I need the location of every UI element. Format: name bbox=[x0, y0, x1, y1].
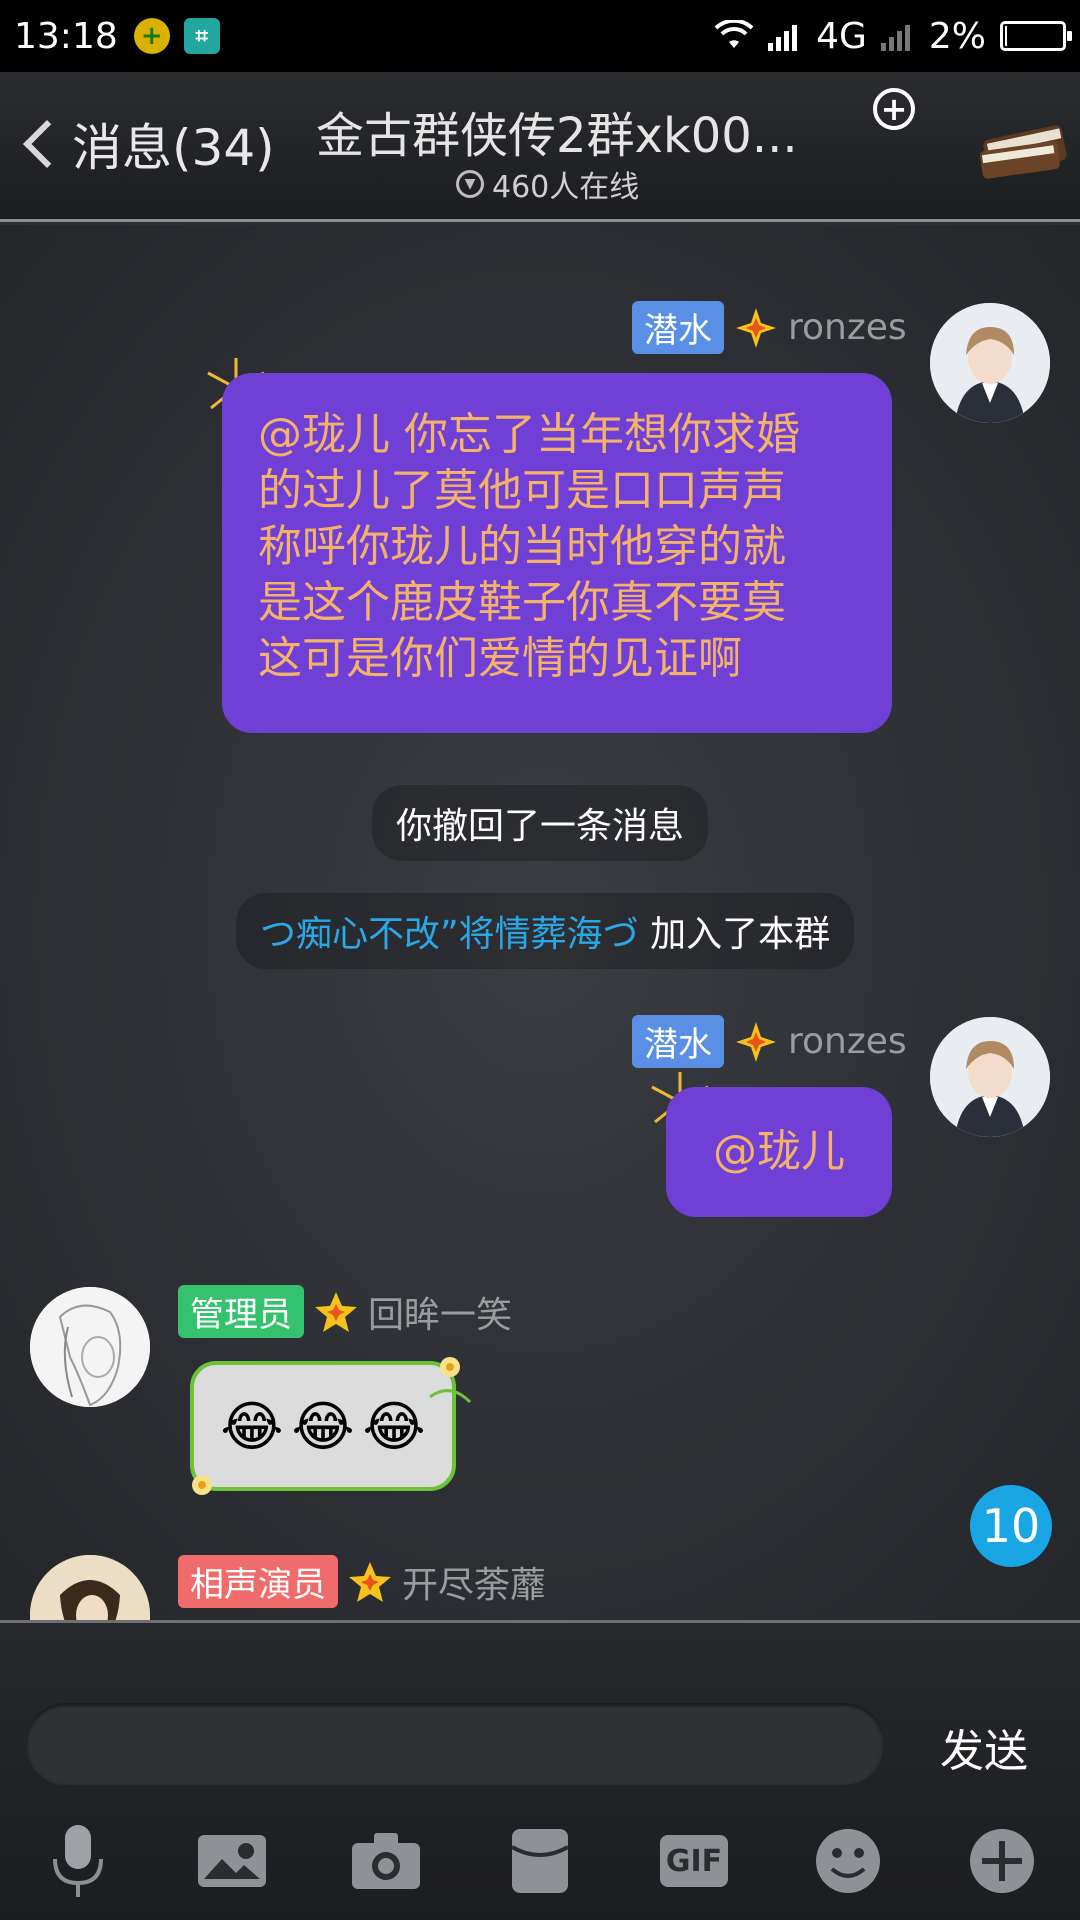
avatar[interactable] bbox=[930, 303, 1050, 423]
plus-circle-icon[interactable]: + bbox=[873, 88, 915, 130]
star-icon bbox=[349, 1561, 391, 1602]
app-notification-icon: + bbox=[133, 18, 170, 54]
book-icon[interactable] bbox=[975, 102, 1075, 182]
red-packet-icon[interactable] bbox=[500, 1821, 580, 1901]
avatar-image bbox=[930, 1017, 1050, 1137]
role-badge: 潜水 bbox=[632, 1015, 724, 1068]
wifi-icon bbox=[714, 20, 754, 48]
message-sender-row: 相声演员 开尽荼蘼 bbox=[178, 1555, 546, 1608]
chat-header: 消息(34) 金古群侠传2群xk00... ▼ 460人在线 + bbox=[0, 72, 1080, 222]
online-status[interactable]: ▼ 460人在线 bbox=[456, 162, 639, 206]
status-bar: 13:18 + ⌗ 4G 2% bbox=[0, 0, 1080, 72]
flower-decoration-icon bbox=[192, 1475, 212, 1495]
emoji-icon[interactable] bbox=[808, 1821, 888, 1901]
send-button[interactable]: 发送 bbox=[940, 1715, 1028, 1779]
joined-user-link[interactable]: つ痴心不改”将情葬海づ bbox=[260, 914, 639, 955]
message-list[interactable]: 潜水 ronzes @珑儿 你忘了当年想你求婚 的过儿了莫他可是口口声声 称呼你… bbox=[0, 225, 1080, 1620]
emoji: 😂 bbox=[220, 1394, 284, 1458]
signal-weak-icon bbox=[880, 25, 910, 51]
message-bubble[interactable]: @珑儿 你忘了当年想你求婚 的过儿了莫他可是口口声声 称呼你珑儿的当时他穿的就 … bbox=[222, 373, 892, 733]
message-text: @珑儿 bbox=[713, 1126, 845, 1177]
message-bubble[interactable]: @珑儿 bbox=[666, 1087, 892, 1217]
network-type: 4G bbox=[816, 15, 867, 57]
unread-count-badge[interactable]: 10 bbox=[970, 1485, 1052, 1567]
battery-icon bbox=[1000, 21, 1072, 51]
avatar[interactable] bbox=[30, 1555, 150, 1620]
message-sender-row: 管理员 回眸一笑 bbox=[178, 1285, 512, 1338]
signal-icon bbox=[768, 25, 798, 51]
input-toolbar: GIF bbox=[0, 1821, 1080, 1911]
microphone-icon[interactable] bbox=[38, 1821, 118, 1901]
status-time: 13:18 bbox=[14, 15, 118, 57]
input-area: 发送 GIF bbox=[0, 1620, 1080, 1920]
star-icon bbox=[315, 1291, 357, 1332]
join-text: 加入了本群 bbox=[638, 914, 831, 955]
gif-icon[interactable]: GIF bbox=[654, 1821, 734, 1901]
camera-icon[interactable] bbox=[346, 1821, 426, 1901]
chevron-down-icon: ▼ bbox=[456, 170, 484, 198]
chat-screen: 13:18 + ⌗ 4G 2% 消息(34) 金古群侠传2群xk00... ▼ … bbox=[0, 0, 1080, 1920]
message-line: 的过儿了莫他可是口口声声 bbox=[258, 465, 786, 516]
plus-icon[interactable] bbox=[962, 1821, 1042, 1901]
chevron-left-icon bbox=[22, 119, 72, 169]
message-line: 这可是你们爱情的见证啊 bbox=[258, 633, 742, 684]
battery-percent: 2% bbox=[928, 15, 986, 57]
avatar[interactable] bbox=[930, 1017, 1050, 1137]
message-sender-row: 潜水 ronzes bbox=[632, 1015, 907, 1068]
sender-name: 回眸一笑 bbox=[368, 1294, 513, 1336]
screenshot-icon: ⌗ bbox=[183, 18, 220, 54]
sender-name: 开尽荼蘼 bbox=[402, 1564, 547, 1606]
group-title[interactable]: 金古群侠传2群xk00... bbox=[316, 96, 798, 166]
sender-name: ronzes bbox=[788, 307, 907, 348]
avatar[interactable] bbox=[30, 1287, 150, 1407]
avatar-image bbox=[930, 303, 1050, 423]
back-button[interactable]: 消息(34) bbox=[18, 108, 275, 180]
message-line: @珑儿 你忘了当年想你求婚 bbox=[258, 409, 800, 460]
diamond-star-icon bbox=[736, 1021, 776, 1062]
gif-label: GIF bbox=[665, 1843, 723, 1879]
sender-name: ronzes bbox=[788, 1021, 907, 1062]
back-label: 消息(34) bbox=[72, 119, 275, 177]
avatar-image bbox=[30, 1287, 150, 1407]
image-icon[interactable] bbox=[192, 1821, 272, 1901]
emoji: 😂 bbox=[362, 1394, 426, 1458]
diamond-star-icon bbox=[736, 307, 776, 348]
status-right: 4G 2% bbox=[714, 15, 1072, 57]
message-sender-row: 潜水 ronzes bbox=[632, 301, 907, 354]
emoji: 😂 bbox=[291, 1394, 355, 1458]
role-badge: 相声演员 bbox=[178, 1555, 338, 1608]
flower-decoration-icon bbox=[429, 1357, 472, 1404]
message-line: 称呼你珑儿的当时他穿的就 bbox=[258, 521, 786, 572]
role-badge: 管理员 bbox=[178, 1285, 304, 1338]
system-recall-notice: 你撤回了一条消息 bbox=[372, 785, 709, 861]
message-input[interactable] bbox=[26, 1703, 884, 1785]
avatar-image bbox=[30, 1555, 150, 1620]
online-count: 460人在线 bbox=[492, 170, 640, 205]
system-join-notice: つ痴心不改”将情葬海づ 加入了本群 bbox=[236, 893, 855, 969]
role-badge: 潜水 bbox=[632, 301, 724, 354]
message-line: 是这个鹿皮鞋子你真不要莫 bbox=[258, 577, 786, 628]
